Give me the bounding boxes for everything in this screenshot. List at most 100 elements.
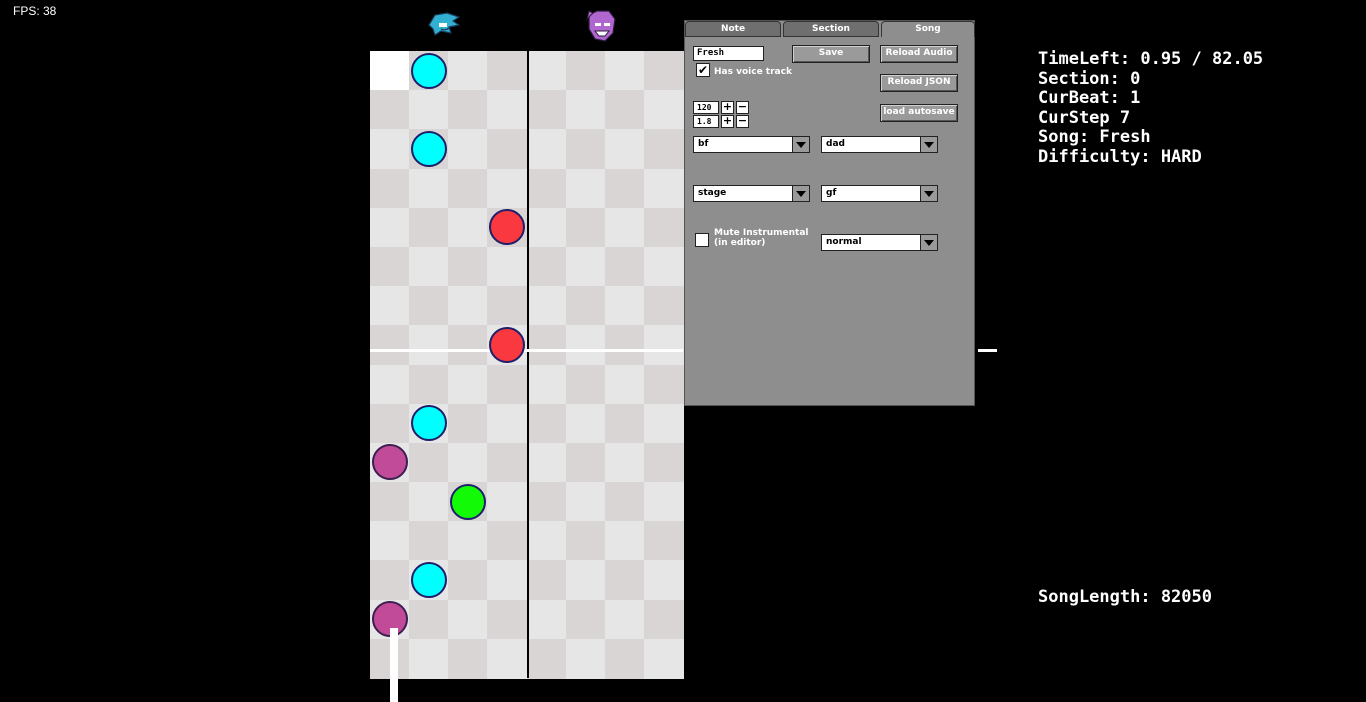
grid-cell[interactable] bbox=[448, 403, 489, 444]
grid-cell[interactable] bbox=[604, 168, 645, 209]
grid-cell[interactable] bbox=[565, 599, 606, 640]
grid-cell[interactable] bbox=[604, 325, 645, 366]
grid-cell[interactable] bbox=[643, 207, 684, 248]
grid-cell[interactable] bbox=[409, 521, 450, 562]
grid-cell[interactable] bbox=[604, 364, 645, 405]
grid-cell[interactable] bbox=[409, 364, 450, 405]
grid-cell[interactable] bbox=[565, 521, 606, 562]
grid-cell[interactable] bbox=[526, 246, 567, 287]
grid-cell[interactable] bbox=[370, 521, 410, 562]
grid-cell[interactable] bbox=[370, 560, 410, 601]
grid-cell[interactable] bbox=[409, 442, 450, 483]
grid-cell[interactable] bbox=[370, 90, 410, 131]
bpm-plus-button[interactable]: + bbox=[721, 101, 734, 114]
red-note[interactable] bbox=[488, 326, 525, 363]
speed-minus-button[interactable]: − bbox=[736, 115, 749, 128]
grid-cell[interactable] bbox=[370, 403, 410, 444]
grid-cell[interactable] bbox=[487, 246, 528, 287]
grid-cell[interactable] bbox=[409, 90, 450, 131]
grid-cell[interactable] bbox=[526, 638, 567, 679]
grid-cell[interactable] bbox=[643, 599, 684, 640]
grid-cell[interactable] bbox=[370, 129, 410, 170]
grid-cell[interactable] bbox=[409, 482, 450, 523]
grid-cell[interactable] bbox=[409, 325, 450, 366]
grid-cell[interactable] bbox=[487, 599, 528, 640]
load-autosave-button[interactable]: load autosave bbox=[880, 104, 958, 122]
grid-cell[interactable] bbox=[526, 442, 567, 483]
bpm-stepper-value[interactable]: 120 bbox=[693, 101, 719, 114]
grid-cell[interactable] bbox=[487, 129, 528, 170]
player1-dropdown[interactable]: bf bbox=[693, 136, 810, 153]
tab-song[interactable]: Song bbox=[881, 21, 975, 37]
grid-cell[interactable] bbox=[643, 521, 684, 562]
grid-cell[interactable] bbox=[604, 246, 645, 287]
grid-cell[interactable] bbox=[487, 168, 528, 209]
grid-cell[interactable] bbox=[487, 442, 528, 483]
grid-cell[interactable] bbox=[526, 521, 567, 562]
grid-cell[interactable] bbox=[487, 403, 528, 444]
grid-cell[interactable] bbox=[526, 325, 567, 366]
grid-cell[interactable] bbox=[409, 168, 450, 209]
grid-cell[interactable] bbox=[448, 364, 489, 405]
grid-cell[interactable] bbox=[370, 325, 410, 366]
grid-cell[interactable] bbox=[448, 560, 489, 601]
grid-cell[interactable] bbox=[487, 51, 528, 91]
grid-cell[interactable] bbox=[643, 168, 684, 209]
blue-note[interactable] bbox=[410, 130, 447, 167]
grid-cell[interactable] bbox=[526, 560, 567, 601]
grid-cell[interactable] bbox=[565, 129, 606, 170]
grid-cell[interactable] bbox=[526, 482, 567, 523]
grid-cell[interactable] bbox=[604, 560, 645, 601]
speed-stepper-value[interactable]: 1.8 bbox=[693, 115, 719, 128]
grid-cell[interactable] bbox=[604, 286, 645, 327]
grid-cell[interactable] bbox=[526, 286, 567, 327]
grid-cell[interactable] bbox=[604, 482, 645, 523]
grid-cell[interactable] bbox=[526, 599, 567, 640]
grid-cell[interactable] bbox=[448, 638, 489, 679]
blue-note[interactable] bbox=[410, 405, 447, 442]
grid-cell[interactable] bbox=[526, 403, 567, 444]
save-button[interactable]: Save bbox=[792, 45, 870, 63]
grid-cell[interactable] bbox=[643, 638, 684, 679]
tab-section[interactable]: Section bbox=[783, 21, 879, 37]
grid-cell[interactable] bbox=[604, 403, 645, 444]
grid-cell[interactable] bbox=[643, 325, 684, 366]
grid-cell[interactable] bbox=[487, 521, 528, 562]
grid-cell[interactable] bbox=[643, 246, 684, 287]
grid-cell[interactable] bbox=[565, 325, 606, 366]
grid-cell[interactable] bbox=[643, 90, 684, 131]
grid-cell[interactable] bbox=[565, 638, 606, 679]
grid-cell[interactable] bbox=[448, 90, 489, 131]
grid-cell[interactable] bbox=[565, 560, 606, 601]
grid-cell[interactable] bbox=[565, 168, 606, 209]
grid-cell[interactable] bbox=[409, 599, 450, 640]
blue-note[interactable] bbox=[410, 52, 447, 89]
grid-cell[interactable] bbox=[526, 207, 567, 248]
grid-cell[interactable] bbox=[643, 364, 684, 405]
grid-cell[interactable] bbox=[370, 246, 410, 287]
grid-cell[interactable] bbox=[487, 90, 528, 131]
grid-cell[interactable] bbox=[604, 90, 645, 131]
grid-cell[interactable] bbox=[604, 442, 645, 483]
has-voice-checkbox[interactable]: ✔ bbox=[696, 63, 710, 77]
grid-cell[interactable] bbox=[643, 560, 684, 601]
blue-note[interactable] bbox=[410, 562, 447, 599]
grid-cell[interactable] bbox=[409, 207, 450, 248]
grid-cell[interactable] bbox=[526, 90, 567, 131]
speed-plus-button[interactable]: + bbox=[721, 115, 734, 128]
grid-cell[interactable] bbox=[487, 364, 528, 405]
green-note[interactable] bbox=[449, 483, 486, 520]
grid-cell[interactable] bbox=[565, 482, 606, 523]
grid-cell[interactable] bbox=[643, 51, 684, 91]
grid-cell[interactable] bbox=[565, 90, 606, 131]
grid-cell[interactable] bbox=[643, 403, 684, 444]
mute-instrumental-checkbox[interactable] bbox=[695, 233, 709, 247]
grid-cell[interactable] bbox=[448, 325, 489, 366]
tab-note[interactable]: Note bbox=[685, 21, 781, 37]
note-style-dropdown[interactable]: normal bbox=[821, 234, 938, 251]
grid-cell[interactable] bbox=[526, 129, 567, 170]
grid-cell[interactable] bbox=[370, 51, 410, 91]
bpm-minus-button[interactable]: − bbox=[736, 101, 749, 114]
grid-cell[interactable] bbox=[526, 51, 567, 91]
grid-cell[interactable] bbox=[487, 286, 528, 327]
